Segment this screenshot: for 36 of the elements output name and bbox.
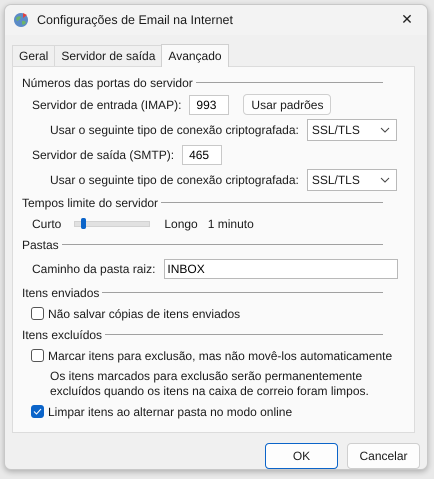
close-button[interactable]: ✕ xyxy=(387,6,427,34)
checkbox[interactable] xyxy=(31,307,44,320)
section-title: Itens enviados xyxy=(22,286,100,300)
tab[interactable]: Avançado xyxy=(161,44,229,67)
field-label: Usar o seguinte tipo de conexão criptografada: xyxy=(50,122,299,137)
checkbox-label: Não salvar cópias de itens enviados xyxy=(48,306,240,321)
dialog-button[interactable]: OK xyxy=(265,443,338,469)
root-folder-field[interactable]: INBOX xyxy=(164,258,398,279)
section-title: Pastas xyxy=(22,238,59,252)
dialog-button[interactable]: Cancelar xyxy=(347,443,420,469)
field-label: Usar o seguinte tipo de conexão criptografada: xyxy=(50,172,299,187)
port-field[interactable]: 465 xyxy=(182,144,222,165)
section-title: Tempos limite do servidor xyxy=(22,196,158,210)
section-title: Itens excluídos xyxy=(22,328,102,342)
checkbox[interactable] xyxy=(31,405,44,418)
defaults-button[interactable]: Usar padrões xyxy=(243,94,332,116)
chevron-icon xyxy=(380,176,390,183)
slider-max-label: Longo xyxy=(164,216,198,231)
checkbox-label: Marcar itens para exclusão, mas não movê-los automaticamente xyxy=(48,348,392,363)
field-label: Caminho da pasta raiz: xyxy=(32,262,156,276)
field-label: Servidor de saída (SMTP): xyxy=(32,148,174,162)
slider-min-label: Curto xyxy=(32,216,62,231)
tab[interactable]: Geral xyxy=(12,44,56,66)
encryption-dropdown[interactable]: SSL/TLS xyxy=(306,168,397,191)
window-title: Configurações de Email na Internet xyxy=(37,12,234,27)
encryption-dropdown[interactable]: SSL/TLS xyxy=(306,118,397,141)
checkbox-label: Limpar itens ao alternar pasta no modo online xyxy=(48,404,292,419)
section-title: Números das portas do servidor xyxy=(22,76,193,90)
note-text: Os itens marcados para exclusão serão permanentemente excluídos quando os itens na caixa de correio foram limpos. xyxy=(50,368,370,399)
chevron-icon xyxy=(380,126,390,133)
checkbox[interactable] xyxy=(31,349,44,362)
slider-thumb[interactable] xyxy=(80,218,86,229)
globe-icon xyxy=(13,12,29,28)
timeout-reading: 1 minuto xyxy=(208,216,254,231)
field-label: Servidor de entrada (IMAP): xyxy=(32,98,182,112)
port-field[interactable]: 993 xyxy=(189,94,230,115)
